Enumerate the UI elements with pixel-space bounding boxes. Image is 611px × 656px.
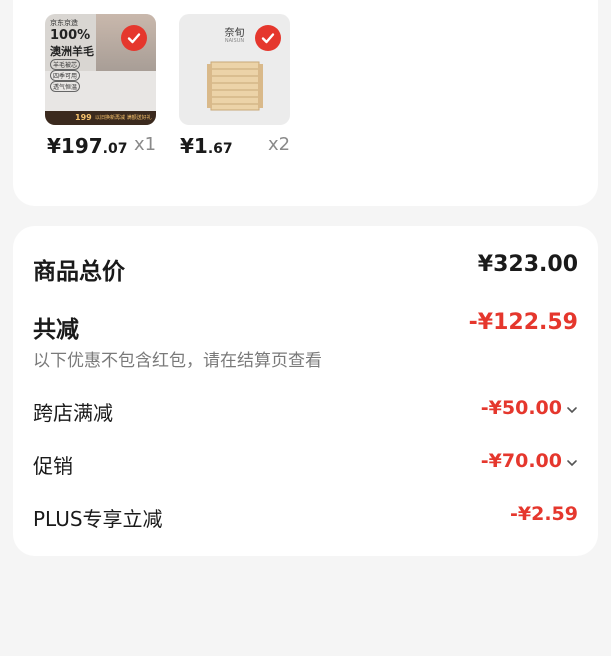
product-image-quilt[interactable]: 京东京造 100% 澳洲羊毛 羊毛被芯 四季可用 透气恒温 199 以旧换新再减… [45, 14, 156, 125]
tag-2: 四季可用 [50, 70, 81, 81]
check-circle-icon[interactable] [121, 25, 147, 51]
discount-line-value-wrap: -¥70.00 [481, 450, 578, 472]
product-qty-quilt: x1 [134, 134, 157, 155]
promo-price: 199 [75, 113, 92, 122]
product-image-tray[interactable]: 奈旬 NAISUN [179, 14, 290, 125]
product-qty-tray: x2 [268, 134, 291, 155]
discount-note: 以下优惠不包含红包，请在结算页查看 [33, 351, 322, 371]
promo-bar: 199 以旧换新再减 满额送好礼 [45, 111, 156, 125]
discount-line-value: -¥70.00 [480, 450, 562, 472]
tag-1: 羊毛被芯 [50, 59, 81, 70]
price-decimal: .67 [207, 141, 233, 157]
price-integer: ¥1 [180, 134, 208, 158]
product-item-tray[interactable]: 奈旬 NAISUN [179, 14, 290, 125]
product-price-tray: ¥1.67 [180, 134, 233, 158]
headline-2: 澳洲羊毛 [50, 45, 94, 58]
discount-line-label: 跨店满减 [33, 401, 113, 425]
price-integer: ¥197 [47, 134, 103, 158]
discount-line-value: -¥2.59 [510, 503, 578, 525]
headline: 100% [50, 28, 91, 43]
chevron-down-icon[interactable] [566, 455, 578, 471]
discount-line-value-wrap: -¥50.00 [481, 397, 578, 419]
check-circle-icon[interactable] [255, 25, 281, 51]
product-price-quilt: ¥197.07 [47, 134, 127, 158]
products-card: 京东京造 100% 澳洲羊毛 羊毛被芯 四季可用 透气恒温 199 以旧换新再减… [13, 0, 598, 206]
promo-text: 以旧换新再减 满额送好礼 [95, 115, 152, 121]
price-decimal: .07 [102, 141, 128, 157]
total-price-label: 商品总价 [33, 259, 125, 285]
price-summary-card: 商品总价 ¥323.00 共减 -¥122.59 以下优惠不包含红包，请在结算页… [13, 226, 598, 556]
discount-line-value: -¥50.00 [480, 397, 562, 419]
discount-line-label: PLUS专享立减 [33, 507, 163, 531]
discount-line-label: 促销 [33, 454, 73, 478]
bamboo-tray-image [207, 61, 263, 111]
total-price-value: ¥323.00 [477, 252, 578, 277]
chevron-down-icon[interactable] [566, 402, 578, 418]
total-discount-label: 共减 [33, 317, 79, 343]
product-item-quilt[interactable]: 京东京造 100% 澳洲羊毛 羊毛被芯 四季可用 透气恒温 199 以旧换新再减… [45, 14, 156, 125]
tag-3: 透气恒温 [50, 81, 81, 92]
total-discount-value: -¥122.59 [468, 310, 578, 335]
brand-text: 京东京造 [50, 19, 78, 27]
